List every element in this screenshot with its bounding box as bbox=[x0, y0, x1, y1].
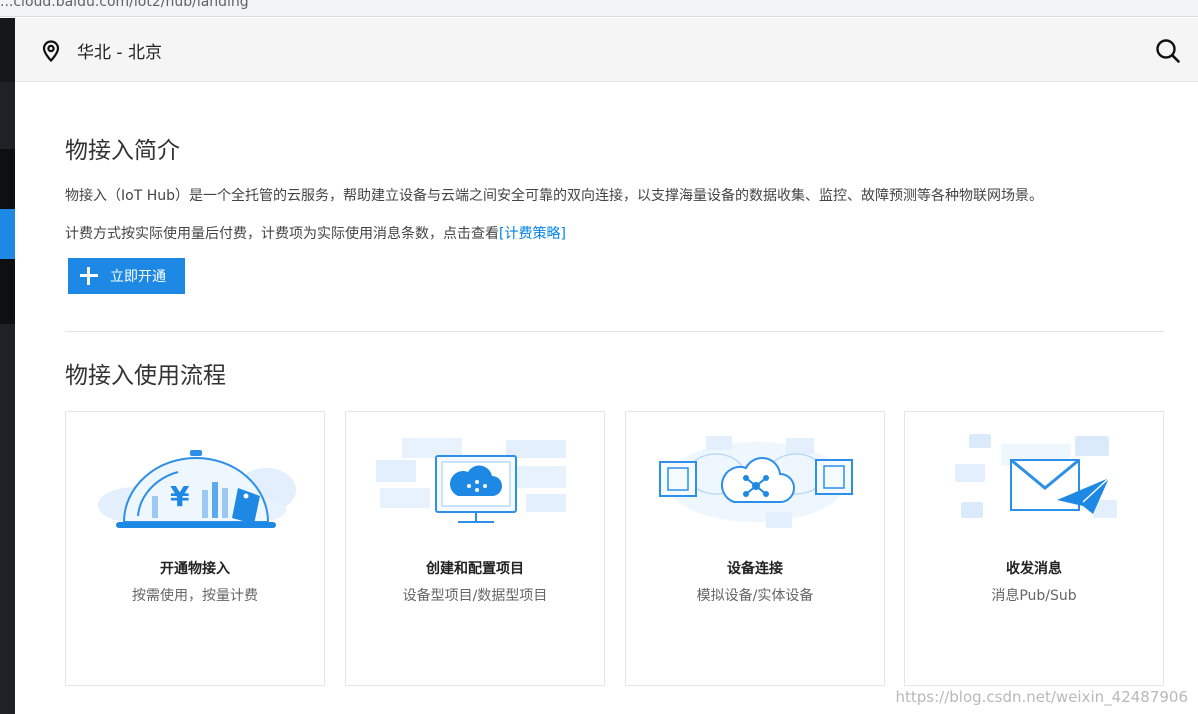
card-subtitle: 按需使用，按量计费 bbox=[132, 588, 258, 604]
flow-card-project[interactable]: 创建和配置项目 设备型项目/数据型项目 bbox=[345, 411, 605, 686]
card-title: 收发消息 bbox=[1006, 561, 1062, 577]
billing-text: 计费方式按实际使用量后付费，计费项为实际使用消息条数，点击查看 bbox=[65, 226, 499, 242]
yuan-dome-icon: ¥ bbox=[98, 450, 296, 528]
region-label: 华北 - 北京 bbox=[77, 43, 162, 63]
nav-segment[interactable] bbox=[0, 18, 15, 82]
section-divider bbox=[65, 331, 1164, 332]
top-bar: 华北 - 北京 bbox=[15, 18, 1198, 82]
flow-title: 物接入使用流程 bbox=[65, 363, 226, 389]
browser-url-bar[interactable]: ...cloud.baidu.com/iot2/hub/landing bbox=[0, 0, 1198, 17]
flow-card-messaging[interactable]: 收发消息 消息Pub/Sub bbox=[904, 411, 1164, 686]
card-title: 开通物接入 bbox=[160, 561, 230, 577]
billing-info: 计费方式按实际使用量后付费，计费项为实际使用消息条数，点击查看[计费策略] bbox=[65, 223, 566, 243]
billing-policy-link[interactable]: [计费策略] bbox=[499, 226, 566, 242]
envelope-plane-icon bbox=[955, 434, 1117, 518]
flow-card-connect[interactable]: 设备连接 模拟设备/实体设备 bbox=[625, 411, 885, 686]
flow-card-open[interactable]: ¥ 开通物接入 按需使用，按量计费 bbox=[65, 411, 325, 686]
nav-segment[interactable] bbox=[0, 149, 15, 209]
region-selector[interactable]: 华北 - 北京 bbox=[41, 38, 162, 63]
card-subtitle: 设备型项目/数据型项目 bbox=[402, 588, 548, 604]
open-service-label: 立即开通 bbox=[110, 268, 166, 284]
location-pin-icon bbox=[42, 39, 60, 62]
svg-text:¥: ¥ bbox=[170, 480, 190, 513]
card-subtitle: 模拟设备/实体设备 bbox=[696, 588, 814, 604]
intro-title: 物接入简介 bbox=[65, 138, 180, 164]
search-icon[interactable] bbox=[1154, 37, 1182, 65]
card-title: 创建和配置项目 bbox=[426, 561, 524, 577]
intro-description: 物接入（IoT Hub）是一个全托管的云服务，帮助建立设备与云端之间安全可靠的双… bbox=[65, 188, 1043, 204]
card-subtitle: 消息Pub/Sub bbox=[991, 588, 1077, 604]
card-title: 设备连接 bbox=[727, 561, 783, 577]
nav-item-active[interactable] bbox=[0, 209, 15, 259]
plus-icon bbox=[80, 267, 98, 285]
watermark: https://blog.csdn.net/weixin_42487906 bbox=[895, 688, 1188, 706]
url-text: ...cloud.baidu.com/iot2/hub/landing bbox=[0, 0, 249, 10]
left-navigation-rail bbox=[0, 18, 15, 714]
monitor-cloud-icon bbox=[376, 438, 566, 523]
open-service-button[interactable]: 立即开通 bbox=[68, 258, 185, 294]
cloud-network-icon bbox=[659, 436, 853, 528]
nav-segment[interactable] bbox=[0, 259, 15, 324]
